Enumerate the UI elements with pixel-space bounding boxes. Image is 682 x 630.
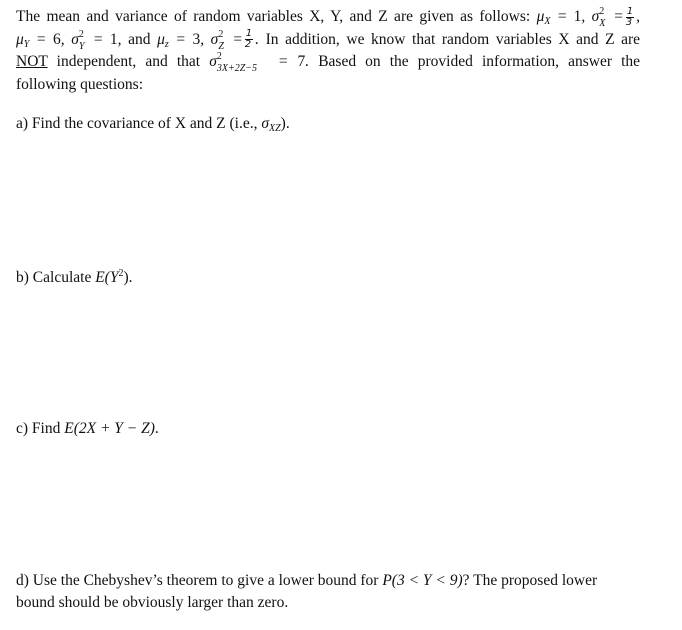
intro-text: The mean and variance of random variable… xyxy=(16,8,531,25)
question-math: σXZ xyxy=(261,115,281,134)
question-b: b) Calculate E(Y2). xyxy=(16,263,133,289)
question-a: a) Find the covariance of X and Z (i.e.,… xyxy=(16,113,290,140)
intro-line-4: following questions: xyxy=(16,75,144,93)
question-c: c) Find E(2X + Y − Z). xyxy=(16,418,159,440)
not-emphasis: NOT xyxy=(16,53,48,70)
mu-x: μX = 1, xyxy=(536,8,586,27)
intro-text-2: In addition, we know that random variabl… xyxy=(265,30,641,48)
question-end: . xyxy=(154,420,159,437)
question-label: b) xyxy=(16,269,29,286)
question-math: P(3 < Y < 9) xyxy=(382,572,463,589)
question-text: Find the covariance of X and Z (i.e., xyxy=(31,115,262,132)
intro-text-4: Based on the provided information, answe… xyxy=(318,53,641,70)
question-math: E(2X + Y − Z) xyxy=(64,420,155,437)
intro-line-3: NOT independent, and that σ 2 3X+2Z−5 = 7.… xyxy=(16,51,640,74)
question-text: Use the Chebyshev’s theorem to give a lo… xyxy=(32,572,383,589)
mu-y: μY = 6, xyxy=(16,30,65,50)
question-text: Find xyxy=(31,420,65,437)
mu-z: μz = 3, xyxy=(157,30,205,50)
and-word: and xyxy=(128,30,151,48)
question-label: d) xyxy=(16,572,29,589)
problem-statement: The mean and variance of random variable… xyxy=(16,6,640,96)
question-d: d) Use the Chebyshev’s theorem to give a… xyxy=(16,570,597,614)
question-end: ? The proposed lower xyxy=(462,572,598,589)
var-x: σ 2 X = 1 3, xyxy=(591,5,640,29)
question-end: ). xyxy=(123,269,133,286)
var-combination: σ 2 3X+2Z−5 = 7. xyxy=(209,51,310,74)
question-text: Calculate xyxy=(32,269,96,286)
intro-line-1: The mean and variance of random variable… xyxy=(16,6,640,29)
var-z: σ 2 Z = 1 2. xyxy=(210,28,260,52)
question-text-line-2: bound should be obviously larger than ze… xyxy=(16,594,289,611)
question-label: c) xyxy=(16,420,29,437)
intro-line-2: μY = 6, σ 2 Y = 1, and μz = 3, σ 2 Z = 1 2. In a… xyxy=(16,29,640,52)
question-math: E(Y2 xyxy=(95,268,124,286)
var-y: σ 2 Y = 1, xyxy=(71,28,122,52)
question-end: ). xyxy=(280,115,290,132)
question-label: a) xyxy=(16,115,29,132)
